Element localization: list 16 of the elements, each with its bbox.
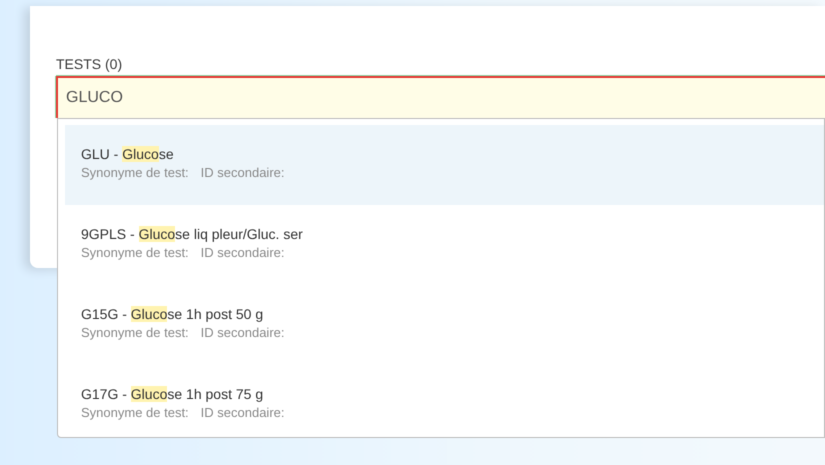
secondary-id-label: ID secondaire:	[200, 404, 284, 421]
test-name: GLU - Glucose	[81, 145, 175, 163]
search-input[interactable]: GLUCO	[66, 89, 825, 107]
tests-search-field[interactable]: GLUCO	[56, 76, 825, 118]
synonym-label: Synonyme de test:	[81, 244, 189, 261]
secondary-id-label: ID secondaire:	[200, 324, 284, 341]
synonym-label: Synonyme de test:	[81, 324, 189, 341]
test-name: 9GPLS - Glucose liq pleur/Gluc. ser	[81, 225, 304, 243]
secondary-id-label: ID secondaire:	[200, 244, 284, 261]
test-name: G15G - Glucose 1h post 50 g	[81, 305, 264, 323]
field-label: TESTS (0)	[56, 56, 124, 74]
synonym-label: Synonyme de test:	[81, 404, 189, 421]
synonym-label: Synonyme de test:	[81, 164, 189, 181]
suggestion-item[interactable]: GLU - Glucose Synonyme de test: ID secondaire:	[65, 125, 824, 205]
secondary-id-label: ID secondaire:	[200, 164, 284, 181]
test-name: G17G - Glucose 1h post 75 g	[81, 385, 264, 403]
